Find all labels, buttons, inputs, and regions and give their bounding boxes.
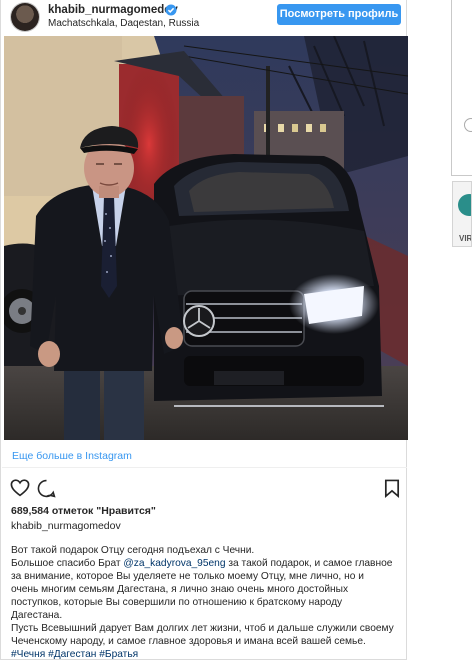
hashtags[interactable]: #Чечня #Дагестан #Братья: [11, 648, 403, 661]
heart-icon[interactable]: [10, 479, 30, 497]
caption-text: Большое спасибо Брат: [11, 558, 124, 569]
bookmark-icon[interactable]: [384, 479, 400, 498]
caption-line: Большое спасибо Брат @za_kadyrova_95eng …: [11, 557, 403, 570]
mention-link[interactable]: @za_kadyrova_95eng: [123, 558, 225, 569]
verified-badge-icon: [165, 4, 177, 16]
post-location[interactable]: Machatschkala, Daqestan, Russia: [48, 18, 199, 29]
radio-icon[interactable]: [464, 118, 472, 132]
caption-line: поступков, которые Вы совершили по отнош…: [11, 597, 343, 608]
brand-logo-icon: [458, 194, 471, 216]
side-badge-text: VIR: [459, 234, 472, 243]
comment-icon[interactable]: [37, 479, 56, 498]
post-photo-image: [4, 36, 408, 440]
divider: [2, 467, 407, 468]
likes-count[interactable]: 689,584 отметок "Нравится": [11, 505, 156, 517]
caption-text: за такой подарок, и самое главное: [225, 558, 393, 569]
side-ad-badge[interactable]: VIR: [452, 181, 472, 247]
caption-line: за внимание, которое Вы уделяете не толь…: [11, 571, 364, 582]
post-header: khabib_nurmagomedov Machatschkala, Daqes…: [1, 0, 406, 34]
post-caption: Вот такой подарок Отцу сегодня подъехал …: [11, 544, 403, 661]
post-photo[interactable]: [4, 36, 408, 440]
view-profile-button[interactable]: Посмотреть профиль: [277, 4, 401, 25]
username[interactable]: khabib_nurmagomedov: [48, 4, 178, 16]
caption-username[interactable]: khabib_nurmagomedov: [11, 520, 121, 532]
caption-line: Дагестана.: [11, 610, 63, 621]
side-panel: [451, 0, 472, 176]
instagram-embed-card: khabib_nurmagomedov Machatschkala, Daqes…: [0, 0, 408, 661]
avatar[interactable]: [11, 3, 39, 31]
caption-line: Чеченскому народу, и самое главное здоро…: [11, 636, 366, 647]
caption-line: Пусть Всевышний дарует Вам долгих лет жи…: [11, 623, 394, 634]
caption-line: очень многим семьям Дагестана, я лично з…: [11, 584, 349, 595]
caption-line: Вот такой подарок Отцу сегодня подъехал …: [11, 545, 255, 556]
more-on-instagram-link[interactable]: Еще больше в Instagram: [12, 450, 132, 462]
